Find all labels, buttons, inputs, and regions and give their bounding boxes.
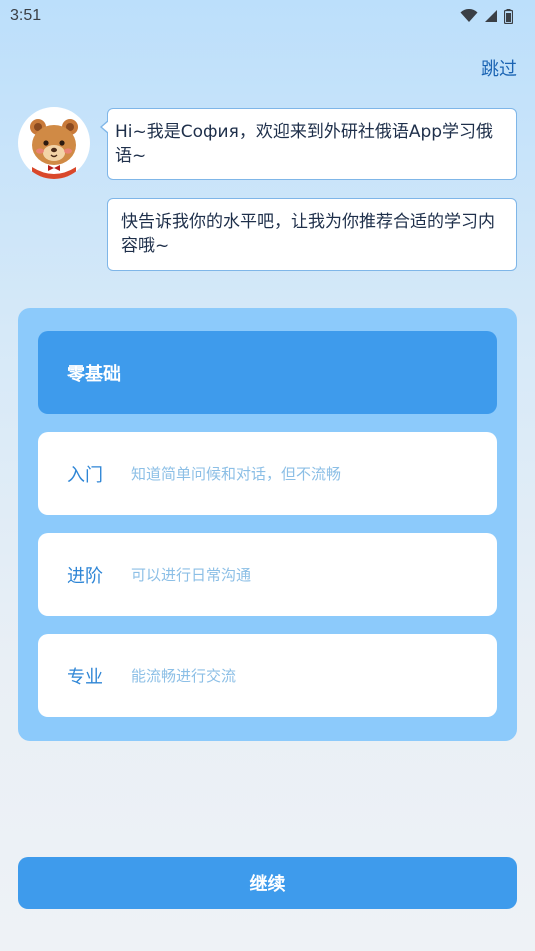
bubble-tail: [100, 120, 109, 134]
bear-avatar-icon: [18, 107, 90, 179]
chat-bubble-ask-level: 快告诉我你的水平吧，让我为你推荐合适的学习内容哦~: [107, 198, 517, 271]
status-bar: 3:51: [0, 0, 535, 32]
level-name: 零基础: [67, 363, 121, 385]
continue-button[interactable]: 继续: [18, 857, 517, 909]
level-option-entry[interactable]: 入门 知道简单问候和对话，但不流畅: [38, 432, 497, 515]
wifi-icon: [460, 9, 478, 23]
level-description: 可以进行日常沟通: [131, 566, 252, 584]
signal-icon: [484, 9, 498, 23]
level-description: 知道简单问候和对话，但不流畅: [131, 465, 342, 483]
level-description: 能流畅进行交流: [131, 667, 237, 685]
chat-message-text: Hi~我是София，欢迎来到外研社俄语App学习俄语~: [115, 122, 494, 166]
level-name: 入门: [67, 464, 103, 486]
chat-message-text: 快告诉我你的水平吧，让我为你推荐合适的学习内容哦~: [121, 212, 495, 256]
battery-icon: [504, 8, 513, 24]
status-time: 3:51: [10, 7, 42, 24]
level-name: 专业: [67, 666, 103, 688]
level-select-panel: 零基础 入门 知道简单问候和对话，但不流畅 进阶 可以进行日常沟通 专业 能流畅…: [18, 308, 517, 741]
level-option-intermediate[interactable]: 进阶 可以进行日常沟通: [38, 533, 497, 616]
level-name: 进阶: [67, 565, 103, 587]
status-icons: [460, 8, 513, 24]
level-option-beginner-zero[interactable]: 零基础: [38, 331, 497, 414]
level-option-professional[interactable]: 专业 能流畅进行交流: [38, 634, 497, 717]
chat-bubble-welcome: Hi~我是София，欢迎来到外研社俄语App学习俄语~: [100, 108, 517, 180]
skip-button[interactable]: 跳过: [481, 55, 517, 81]
